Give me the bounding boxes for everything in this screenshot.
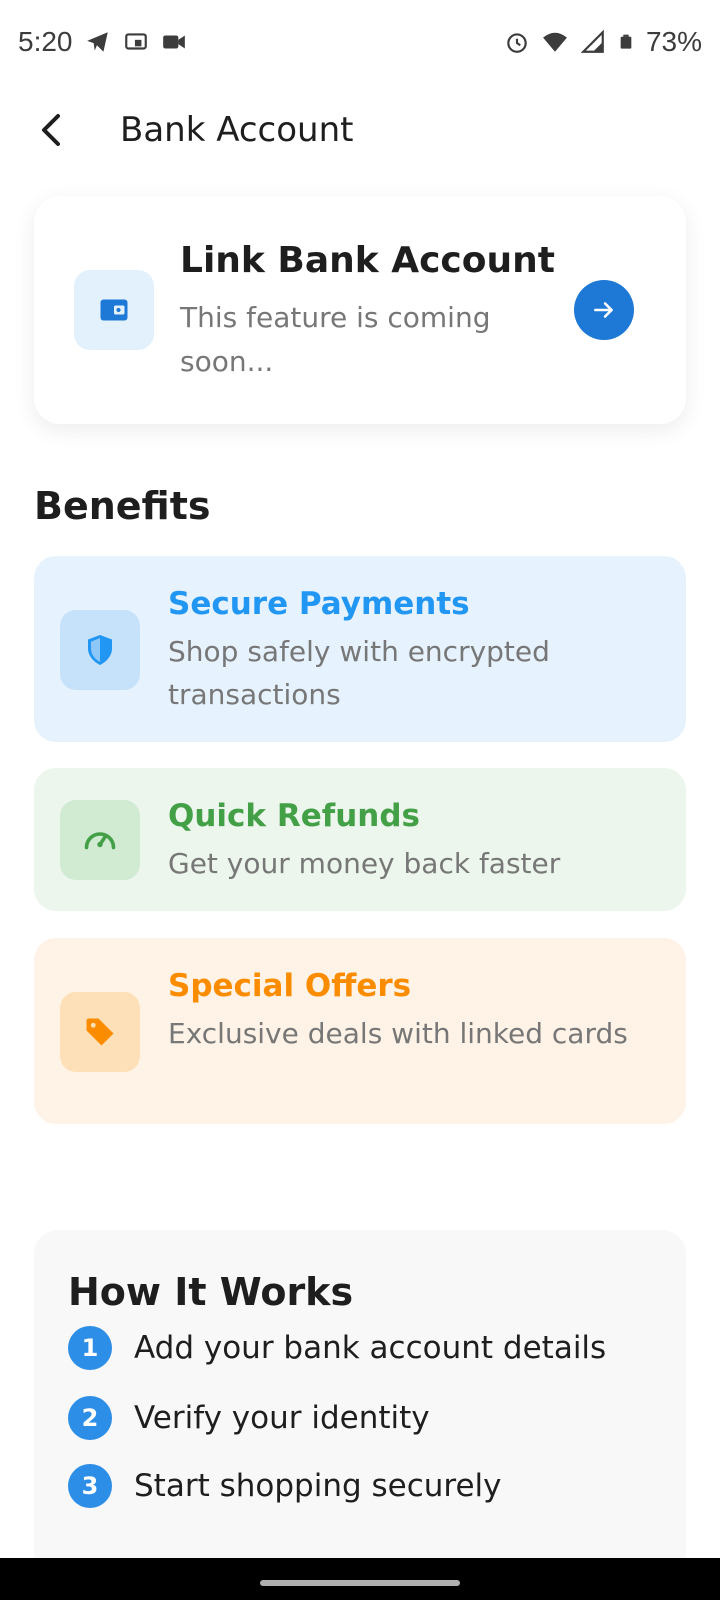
benefit-card-special-offers: Special Offers Exclusive deals with link… [34,938,686,1124]
tag-icon-box [60,992,140,1072]
alarm-icon [507,33,527,53]
back-button[interactable] [22,102,78,158]
wallet-icon-box [74,270,154,350]
benefit-title: Secure Payments [168,586,470,622]
battery-icon [620,34,632,49]
cast-icon [124,33,147,50]
step-text: Start shopping securely [134,1468,502,1504]
status-time: 5:20 [18,26,73,57]
video-icon [162,35,185,49]
status-bar-left: 5:20 [18,26,187,58]
wifi-icon [543,32,567,52]
arrow-right-icon [594,302,613,318]
step-text: Verify your identity [134,1400,430,1436]
shield-icon-box [60,610,140,690]
wallet-icon [100,299,128,321]
benefit-title: Quick Refunds [168,798,420,834]
step-item: 2 Verify your identity [68,1396,430,1440]
benefit-title: Special Offers [168,968,412,1004]
system-navigation-bar [0,1558,720,1600]
step-text: Add your bank account details [134,1330,607,1366]
benefit-card-secure-payments: Secure Payments Shop safely with encrypt… [34,556,686,742]
home-gesture-handle[interactable] [260,1580,460,1586]
status-bar: 5:20 73% [0,0,720,84]
benefit-description: Get your money back faster [168,847,561,880]
benefit-description: Shop safely with encrypted transactions [168,635,550,711]
step-number-badge: 2 [68,1396,112,1440]
benefit-description: Exclusive deals with linked cards [168,1017,628,1050]
how-it-works-heading: How It Works [68,1270,354,1314]
speedometer-icon-box [60,800,140,880]
page-title: Bank Account [120,110,354,150]
status-bar-right: 73% [504,26,702,58]
battery-percent: 73% [645,26,702,57]
link-card-subtitle: This feature is coming soon... [180,301,491,378]
benefits-heading: Benefits [34,484,211,528]
back-arrow-icon [42,114,60,146]
app-bar: Bank Account [0,84,720,180]
signal-icon [580,29,604,53]
link-account-arrow-button[interactable] [574,280,634,340]
step-number-badge: 3 [68,1464,112,1508]
step-item: 3 Start shopping securely [68,1464,502,1508]
link-bank-account-card[interactable]: Link Bank Account This feature is coming… [34,196,686,424]
shield-icon [88,635,112,665]
step-number-badge: 1 [68,1326,112,1370]
link-card-title: Link Bank Account [180,240,555,281]
how-it-works-card: How It Works 1 Add your bank account det… [34,1230,686,1570]
tag-icon [86,1018,114,1046]
step-item: 1 Add your bank account details [68,1326,606,1370]
benefit-card-quick-refunds: Quick Refunds Get your money back faster [34,768,686,911]
speedometer-icon [84,832,116,850]
telegram-icon [86,32,108,52]
